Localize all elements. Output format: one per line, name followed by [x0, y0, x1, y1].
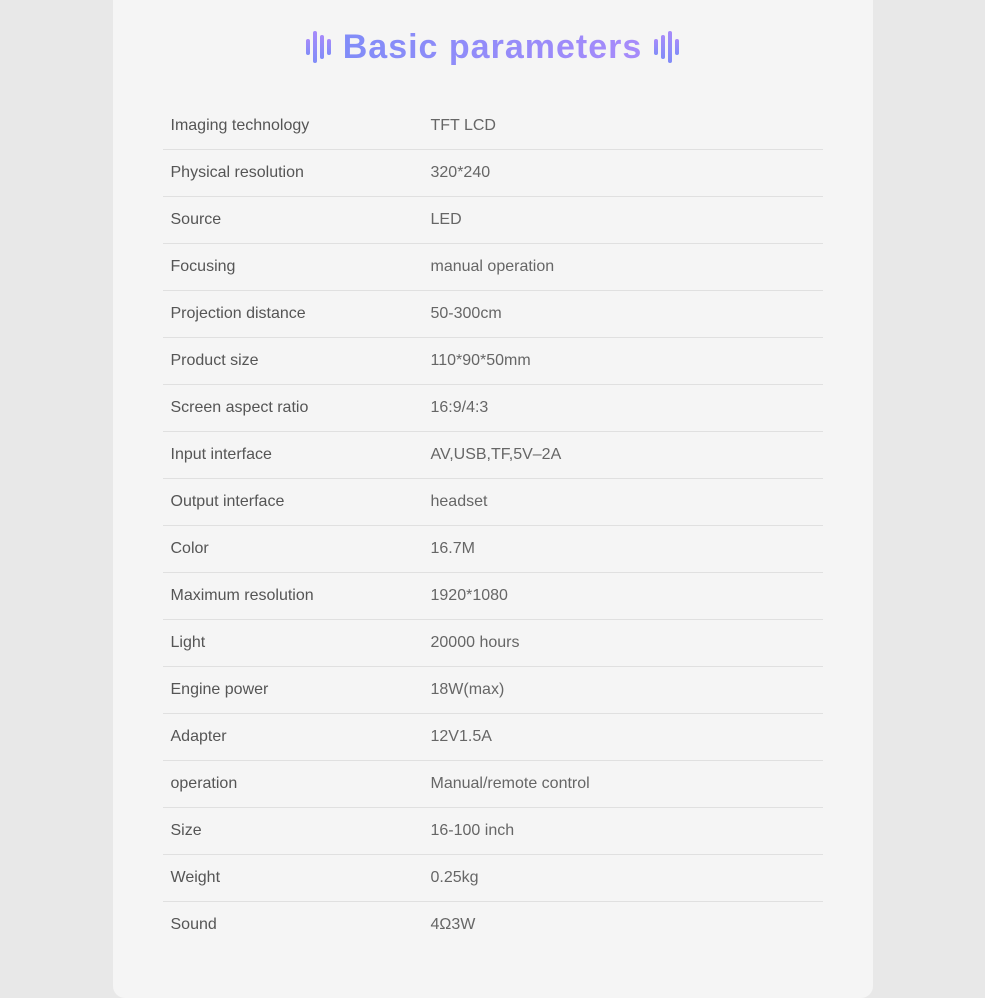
- param-label: Sound: [163, 901, 423, 948]
- table-row: Screen aspect ratio16:9/4:3: [163, 384, 823, 431]
- param-label: Screen aspect ratio: [163, 384, 423, 431]
- param-value: 0.25kg: [423, 854, 823, 901]
- table-row: operationManual/remote control: [163, 760, 823, 807]
- param-label: Color: [163, 525, 423, 572]
- page-title: Basic parameters: [343, 28, 643, 67]
- table-row: Sound4Ω3W: [163, 901, 823, 948]
- param-label: Projection distance: [163, 290, 423, 337]
- param-value: headset: [423, 478, 823, 525]
- table-row: Projection distance50-300cm: [163, 290, 823, 337]
- header: Basic parameters: [163, 28, 823, 67]
- param-value: 16:9/4:3: [423, 384, 823, 431]
- table-row: Focusingmanual operation: [163, 243, 823, 290]
- table-row: Color16.7M: [163, 525, 823, 572]
- param-label: Maximum resolution: [163, 572, 423, 619]
- param-label: Source: [163, 196, 423, 243]
- param-value: 20000 hours: [423, 619, 823, 666]
- param-value: manual operation: [423, 243, 823, 290]
- table-row: Weight0.25kg: [163, 854, 823, 901]
- param-value: 320*240: [423, 149, 823, 196]
- table-row: Physical resolution320*240: [163, 149, 823, 196]
- param-label: Input interface: [163, 431, 423, 478]
- param-label: Weight: [163, 854, 423, 901]
- table-row: Light20000 hours: [163, 619, 823, 666]
- table-row: Maximum resolution1920*1080: [163, 572, 823, 619]
- table-row: Engine power18W(max): [163, 666, 823, 713]
- param-label: Light: [163, 619, 423, 666]
- param-value: 110*90*50mm: [423, 337, 823, 384]
- param-value: 18W(max): [423, 666, 823, 713]
- param-label: Engine power: [163, 666, 423, 713]
- param-value: 50-300cm: [423, 290, 823, 337]
- sound-bars-right-icon: [654, 31, 679, 63]
- param-label: Physical resolution: [163, 149, 423, 196]
- param-label: Imaging technology: [163, 103, 423, 150]
- param-label: Adapter: [163, 713, 423, 760]
- params-table: Imaging technologyTFT LCDPhysical resolu…: [163, 103, 823, 948]
- param-value: 1920*1080: [423, 572, 823, 619]
- table-row: Imaging technologyTFT LCD: [163, 103, 823, 150]
- table-row: SourceLED: [163, 196, 823, 243]
- sound-bars-left-icon: [306, 31, 331, 63]
- card: Basic parameters Imaging technologyTFT L…: [113, 0, 873, 998]
- table-row: Adapter12V1.5A: [163, 713, 823, 760]
- param-label: operation: [163, 760, 423, 807]
- param-value: AV,USB,TF,5V–2A: [423, 431, 823, 478]
- param-value: 4Ω3W: [423, 901, 823, 948]
- table-row: Input interfaceAV,USB,TF,5V–2A: [163, 431, 823, 478]
- table-row: Size16-100 inch: [163, 807, 823, 854]
- param-label: Focusing: [163, 243, 423, 290]
- param-value: 12V1.5A: [423, 713, 823, 760]
- param-value: 16.7M: [423, 525, 823, 572]
- table-row: Output interfaceheadset: [163, 478, 823, 525]
- param-value: LED: [423, 196, 823, 243]
- param-label: Output interface: [163, 478, 423, 525]
- param-value: TFT LCD: [423, 103, 823, 150]
- table-row: Product size110*90*50mm: [163, 337, 823, 384]
- param-label: Product size: [163, 337, 423, 384]
- param-value: 16-100 inch: [423, 807, 823, 854]
- param-value: Manual/remote control: [423, 760, 823, 807]
- param-label: Size: [163, 807, 423, 854]
